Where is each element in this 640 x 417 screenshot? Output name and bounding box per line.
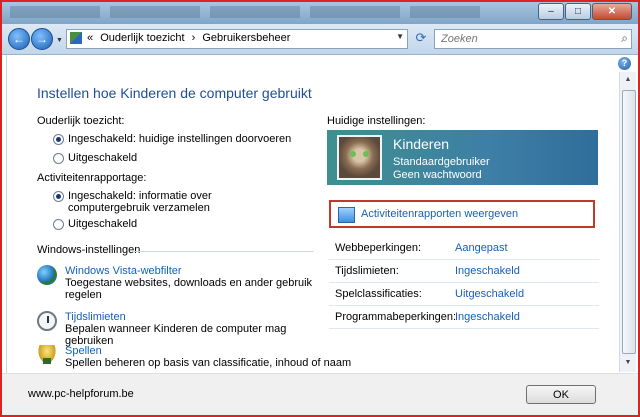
setting-label: Programmabeperkingen: <box>335 311 457 323</box>
recent-pages-dropdown-icon[interactable]: ▼ <box>56 37 63 44</box>
user-banner: Kinderen Standaardgebruiker Geen wachtwo… <box>327 130 598 185</box>
ok-button[interactable]: OK <box>526 385 596 404</box>
refresh-icon[interactable]: ⟳ <box>412 30 430 46</box>
user-account-type: Standaardgebruiker <box>393 156 490 168</box>
breadcrumb: « Ouderlijk toezicht › Gebruikersbeheer <box>87 32 294 44</box>
search-input[interactable] <box>439 31 611 47</box>
scrollbar-thumb[interactable] <box>622 90 636 354</box>
parental-on-label[interactable]: Ingeschakeld: huidige instellingen doorv… <box>68 133 308 145</box>
taskbar-tabs <box>10 6 480 18</box>
minimize-button[interactable]: – <box>538 3 564 20</box>
clock-icon <box>37 311 57 331</box>
search-icon[interactable]: ⌕ <box>621 31 628 46</box>
footer-text: www.pc-helpforum.be <box>28 388 134 400</box>
setting-label: Spelclassificaties: <box>335 288 422 300</box>
control-panel-icon <box>70 32 82 44</box>
scroll-up-icon[interactable]: ▲ <box>621 73 635 87</box>
user-password-status: Geen wachtwoord <box>393 169 482 181</box>
activity-reports-link[interactable]: Activiteitenrapporten weergeven <box>361 208 518 220</box>
breadcrumb-user-management[interactable]: Gebruikersbeheer <box>202 32 290 44</box>
search-box[interactable]: ⌕ <box>434 29 632 49</box>
time-limits-description: Bepalen wanneer Kinderen de computer mag… <box>65 323 287 347</box>
breadcrumb-separator: › <box>191 32 196 44</box>
breadcrumb-overflow[interactable]: « <box>87 32 93 44</box>
parental-controls-label: Ouderlijk toezicht: <box>37 115 125 127</box>
radio-selected-icon[interactable] <box>53 134 64 145</box>
setting-label: Webbeperkingen: <box>335 242 422 254</box>
setting-label: Tijdslimieten: <box>335 265 399 277</box>
avatar <box>337 135 382 180</box>
report-icon <box>338 207 355 223</box>
trophy-icon <box>37 345 57 365</box>
time-limits-value-link[interactable]: Ingeschakeld <box>455 265 520 277</box>
activity-off-label[interactable]: Uitgeschakeld <box>68 218 288 230</box>
program-limits-value-link[interactable]: Ingeschakeld <box>455 311 520 323</box>
settings-row: Programmabeperkingen: Ingeschakeld <box>329 306 599 329</box>
scroll-down-icon[interactable]: ▼ <box>621 356 635 370</box>
radio-unselected-icon[interactable] <box>53 219 64 230</box>
address-dropdown-icon[interactable]: ▼ <box>396 32 404 41</box>
main-content: Instellen hoe Kinderen de computer gebru… <box>6 55 619 373</box>
user-name: Kinderen <box>393 136 450 152</box>
breadcrumb-parental-controls[interactable]: Ouderlijk toezicht <box>100 32 184 44</box>
page-title: Instellen hoe Kinderen de computer gebru… <box>37 85 312 101</box>
settings-row: Spelclassificaties: Uitgeschakeld <box>329 283 599 306</box>
games-link[interactable]: Spellen <box>65 345 102 357</box>
games-description: Spellen beheren op basis van classificat… <box>65 357 352 369</box>
footer-bar: www.pc-helpforum.be OK <box>2 373 638 415</box>
settings-row: Webbeperkingen: Aangepast <box>329 237 599 260</box>
forward-button[interactable]: → <box>31 28 53 50</box>
activity-reporting-label: Activiteitenrapportage: <box>37 172 147 184</box>
address-bar[interactable]: « Ouderlijk toezicht › Gebruikersbeheer … <box>66 29 408 49</box>
web-restrictions-value-link[interactable]: Aangepast <box>455 242 508 254</box>
window-controls: – □ ✕ <box>538 3 632 20</box>
navigation-bar: ← → ▼ « Ouderlijk toezicht › Gebruikersb… <box>2 24 638 55</box>
title-bar: – □ ✕ <box>2 2 638 24</box>
settings-row: Tijdslimieten: Ingeschakeld <box>329 260 599 283</box>
vertical-scrollbar[interactable]: ▲ ▼ <box>619 72 636 372</box>
game-ratings-value-link[interactable]: Uitgeschakeld <box>455 288 524 300</box>
activity-on-label[interactable]: Ingeschakeld: informatie over computerge… <box>68 190 288 214</box>
current-settings-title: Huidige instellingen: <box>327 115 426 127</box>
settings-summary: Webbeperkingen: Aangepast Tijdslimieten:… <box>329 237 599 329</box>
section-divider <box>132 251 314 252</box>
windows-settings-title: Windows-instellingen <box>37 244 141 256</box>
help-icon[interactable]: ? <box>618 57 631 70</box>
maximize-button[interactable]: □ <box>565 3 591 20</box>
close-button[interactable]: ✕ <box>592 3 632 20</box>
parental-off-label[interactable]: Uitgeschakeld <box>68 152 308 164</box>
back-button[interactable]: ← <box>8 28 30 50</box>
radio-selected-icon[interactable] <box>53 191 64 202</box>
time-limits-link[interactable]: Tijdslimieten <box>65 311 126 323</box>
web-filter-description: Toegestane websites, downloads en ander … <box>65 277 313 301</box>
window: – □ ✕ ← → ▼ « Ouderlijk toezicht › Gebru… <box>0 0 640 417</box>
radio-unselected-icon[interactable] <box>53 153 64 164</box>
globe-icon <box>37 265 57 285</box>
web-filter-link[interactable]: Windows Vista-webfilter <box>65 265 182 277</box>
activity-reports-box[interactable]: Activiteitenrapporten weergeven <box>329 200 595 228</box>
